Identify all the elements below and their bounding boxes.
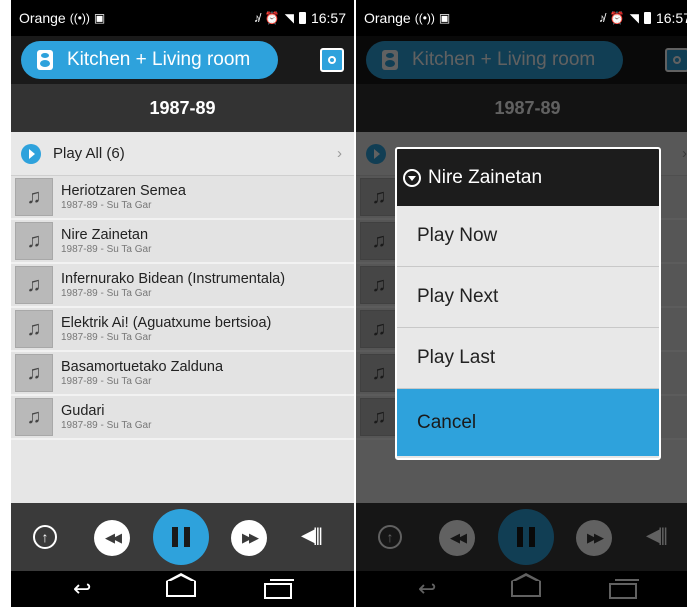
page-title: 1987-89	[11, 84, 354, 132]
phone-screen-right: Orange ((•)) ▣ ♪̸ ⏰ ◥ 16:57 Kitchen + Li…	[356, 0, 687, 607]
pause-icon[interactable]	[153, 509, 209, 565]
music-note-icon: ♫	[15, 398, 53, 436]
status-icons: ♪̸ ⏰ ◥ 16:57	[254, 10, 346, 26]
track-title: Gudari	[61, 402, 105, 419]
nav-bar: ↩	[11, 571, 354, 607]
chevron-down-icon	[403, 168, 421, 187]
volume-icon[interactable]: ◀|||	[301, 525, 323, 546]
play-all-button[interactable]: Play All (6) ›	[11, 132, 354, 176]
carrier-label: Orange	[19, 10, 66, 26]
carrier-area: Orange ((•)) ▣	[364, 10, 450, 26]
player-controls: ↑ ◀◀ ▶▶ ◀|||	[11, 503, 354, 571]
carrier-area: Orange ((•)) ▣	[19, 10, 105, 26]
track-list: Play All (6) › ♫ Heriotzaren Semea 1987-…	[11, 132, 354, 440]
play-last-button[interactable]: Play Last	[397, 328, 659, 389]
play-next-button[interactable]: Play Next	[397, 267, 659, 328]
phone-screen-left: Orange ((•)) ▣ ♪̸ ⏰ ◥ 16:57 Kitchen + Li…	[11, 0, 354, 607]
speaker-icon	[37, 50, 53, 70]
screenshot-icon: ▣	[93, 11, 106, 25]
track-title: Basamortuetako Zalduna	[61, 358, 224, 375]
play-all-label: Play All (6)	[53, 145, 125, 162]
home-icon[interactable]	[166, 573, 196, 597]
recent-apps-icon[interactable]	[264, 579, 294, 599]
music-note-icon: ♫	[15, 354, 53, 392]
nfc-icon: ((•))	[69, 11, 90, 25]
next-icon[interactable]: ▶▶	[231, 520, 267, 556]
track-subtitle: 1987-89 - Su Ta Gar	[61, 243, 152, 255]
dialog-header: Nire Zainetan	[397, 149, 659, 206]
track-title: Elektrik Ai! (Aguatxume bertsioa)	[61, 314, 272, 331]
chevron-right-icon: ›	[337, 145, 342, 162]
list-item[interactable]: ♫ Elektrik Ai! (Aguatxume bertsioa) 1987…	[11, 308, 354, 352]
track-subtitle: 1987-89 - Su Ta Gar	[61, 287, 152, 299]
track-subtitle: 1987-89 - Su Ta Gar	[61, 331, 152, 343]
carrier-label: Orange	[364, 10, 411, 26]
mute-icon: ♪̸	[598, 11, 605, 25]
list-item[interactable]: ♫ Nire Zainetan 1987-89 - Su Ta Gar	[11, 220, 354, 264]
battery-icon	[298, 12, 306, 24]
wifi-icon: ◥	[629, 11, 639, 25]
previous-icon[interactable]: ◀◀	[94, 520, 130, 556]
music-note-icon: ♫	[15, 222, 53, 260]
play-now-button[interactable]: Play Now	[397, 206, 659, 267]
list-item[interactable]: ♫ Gudari 1987-89 - Su Ta Gar	[11, 396, 354, 440]
status-bar: Orange ((•)) ▣ ♪̸ ⏰ ◥ 16:57	[11, 0, 354, 36]
clock: 16:57	[310, 10, 346, 26]
track-title: Infernurako Bidean (Instrumentala)	[61, 270, 286, 287]
play-icon	[21, 143, 41, 164]
music-note-icon: ♫	[15, 310, 53, 348]
track-subtitle: 1987-89 - Su Ta Gar	[61, 419, 152, 431]
music-note-icon: ♫	[15, 266, 53, 304]
list-item[interactable]: ♫ Basamortuetako Zalduna 1987-89 - Su Ta…	[11, 352, 354, 396]
alarm-icon: ⏰	[264, 11, 280, 25]
up-arrow-icon[interactable]: ↑	[33, 525, 57, 549]
dialog-title: Nire Zainetan	[428, 166, 543, 188]
track-options-dialog: Nire Zainetan Play Now Play Next Play La…	[395, 147, 661, 460]
clock: 16:57	[655, 10, 687, 26]
status-bar: Orange ((•)) ▣ ♪̸ ⏰ ◥ 16:57	[356, 0, 687, 36]
wifi-icon: ◥	[284, 11, 294, 25]
cancel-button[interactable]: Cancel	[397, 389, 659, 456]
track-title: Nire Zainetan	[61, 226, 149, 243]
battery-icon	[643, 12, 651, 24]
alarm-icon: ⏰	[609, 11, 625, 25]
track-subtitle: 1987-89 - Su Ta Gar	[61, 199, 152, 211]
track-subtitle: 1987-89 - Su Ta Gar	[61, 375, 152, 387]
screenshot-icon: ▣	[438, 11, 451, 25]
room-label: Kitchen + Living room	[67, 49, 251, 70]
now-playing-icon[interactable]	[320, 48, 344, 72]
room-selector-button[interactable]: Kitchen + Living room	[21, 41, 278, 79]
list-item[interactable]: ♫ Infernurako Bidean (Instrumentala) 198…	[11, 264, 354, 308]
status-icons: ♪̸ ⏰ ◥ 16:57	[599, 10, 687, 26]
mute-icon: ♪̸	[253, 11, 260, 25]
back-icon[interactable]: ↩	[73, 578, 91, 600]
top-bar: Kitchen + Living room	[11, 36, 354, 84]
nfc-icon: ((•))	[414, 11, 435, 25]
track-title: Heriotzaren Semea	[61, 182, 186, 199]
list-item[interactable]: ♫ Heriotzaren Semea 1987-89 - Su Ta Gar	[11, 176, 354, 220]
music-note-icon: ♫	[15, 178, 53, 216]
